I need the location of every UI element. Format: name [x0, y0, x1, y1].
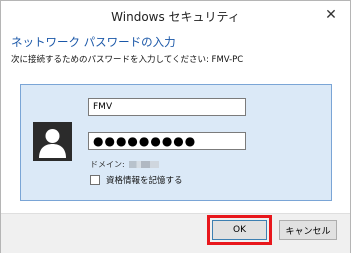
remember-label: 資格情報を記憶する [106, 176, 183, 186]
title-bar: Windows セキュリティ ✕ [1, 1, 350, 29]
dialog-heading: ネットワーク パスワードの入力 [11, 35, 176, 49]
ok-button[interactable]: OK [212, 220, 267, 240]
domain-label: ドメイン: [90, 160, 125, 169]
close-button[interactable]: ✕ [320, 5, 342, 25]
dialog-instruction: 次に接続するためのパスワードを入力してください: FMV-PC [11, 55, 244, 65]
remember-checkbox[interactable] [90, 175, 100, 185]
username-field[interactable] [88, 98, 246, 116]
window-title: Windows セキュリティ [111, 10, 240, 24]
security-dialog: Windows セキュリティ ✕ ネットワーク パスワードの入力 次に接続するた… [0, 0, 351, 253]
remember-credentials-row[interactable]: 資格情報を記憶する [90, 174, 183, 186]
domain-row: ドメイン: [90, 159, 159, 170]
close-icon: ✕ [325, 7, 337, 23]
user-silhouette-icon [33, 122, 72, 161]
cancel-button[interactable]: キャンセル [279, 220, 337, 240]
credential-tile[interactable]: ●●●●●●●●● ドメイン: 資格情報を記憶する [20, 84, 332, 201]
domain-value-obscured [128, 161, 159, 168]
password-field[interactable]: ●●●●●●●●● [88, 132, 246, 150]
